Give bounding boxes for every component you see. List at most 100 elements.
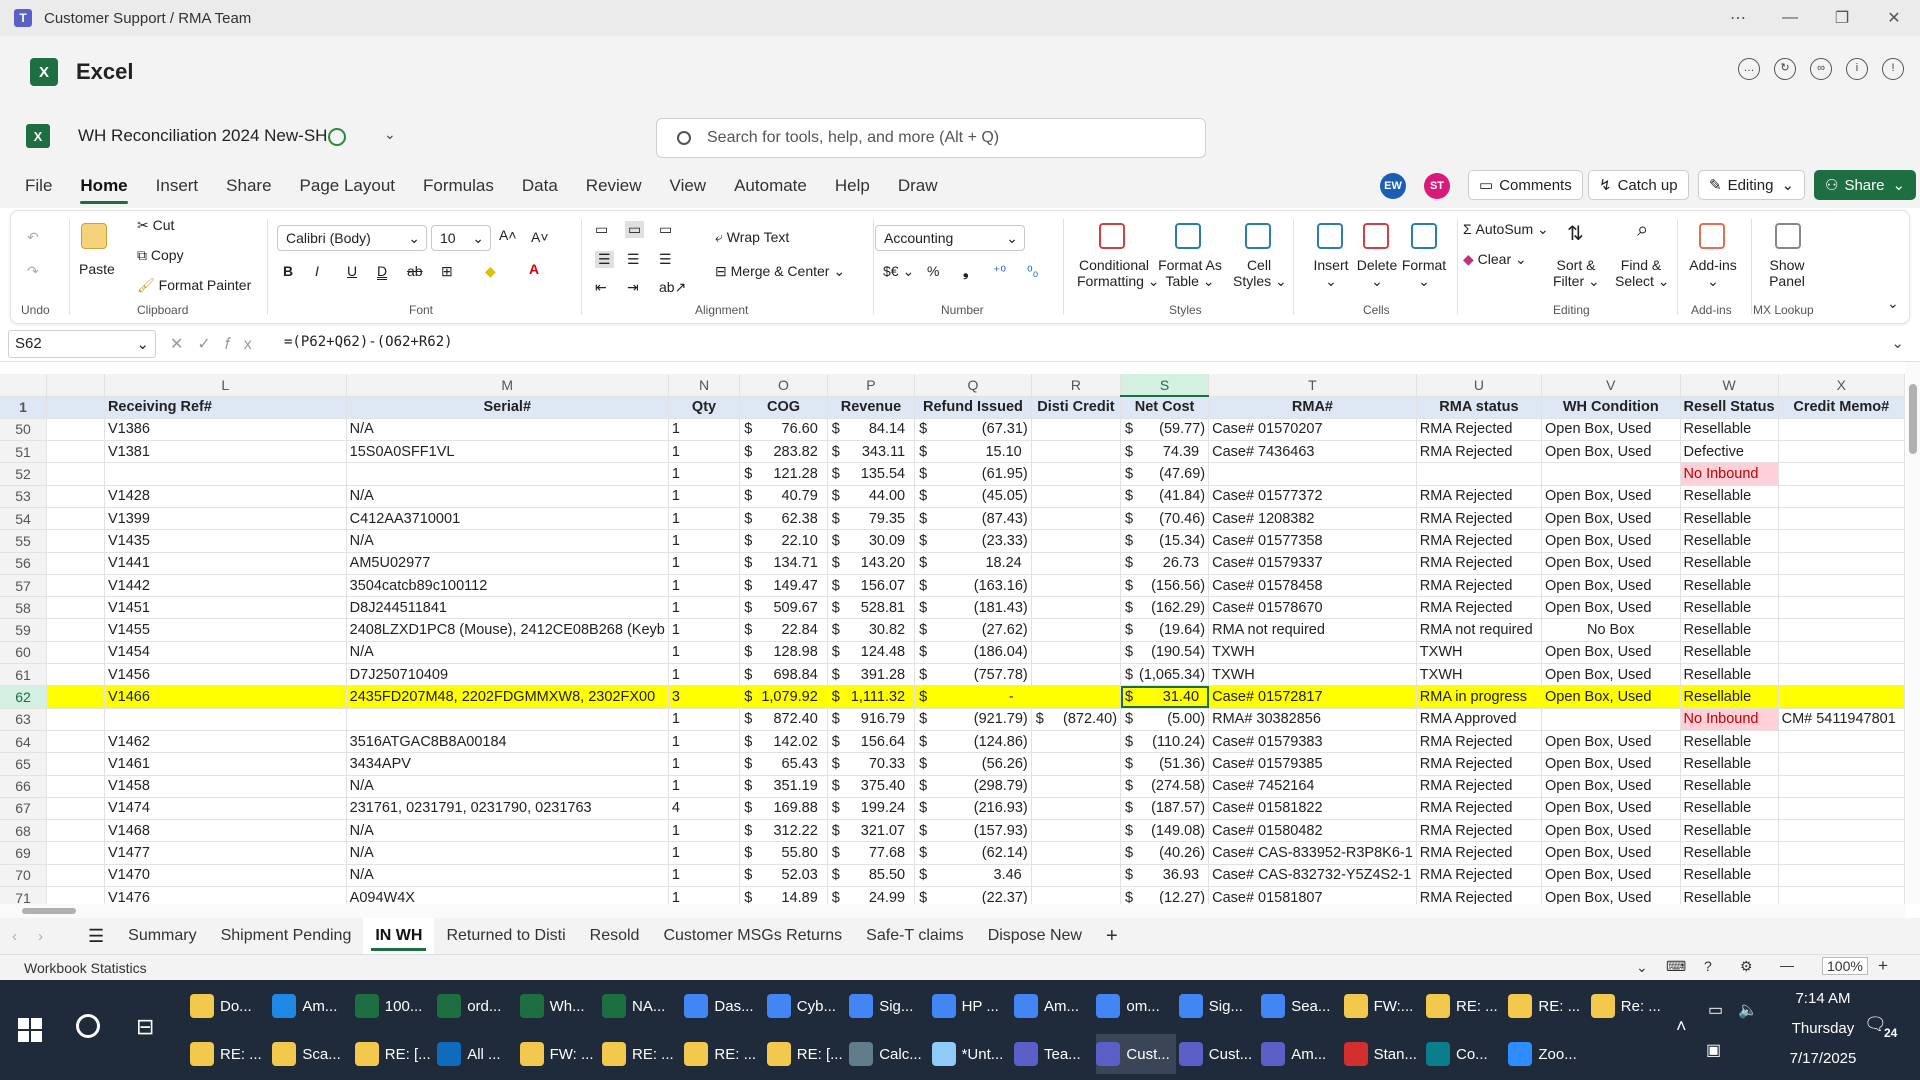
cell-refund[interactable]: $ (181.43) bbox=[914, 596, 1032, 620]
taskbar-app[interactable]: Sig... bbox=[1178, 986, 1259, 1026]
cell-rma-status[interactable]: RMA Rejected bbox=[1416, 797, 1543, 821]
cell-refund[interactable]: $3.46 bbox=[914, 864, 1032, 888]
cell-resell-status[interactable]: Resellable bbox=[1680, 529, 1779, 553]
cell-rma[interactable]: Case# 01581807 bbox=[1208, 886, 1417, 904]
cell-serial[interactable]: D8J244511841 bbox=[346, 596, 669, 620]
cell-disti-credit[interactable] bbox=[1031, 775, 1122, 798]
cell-cog[interactable]: $283.82 bbox=[739, 440, 828, 464]
cell-refund[interactable]: $ (757.78) bbox=[914, 663, 1032, 687]
cell-credit-memo[interactable] bbox=[1778, 841, 1905, 865]
cell-credit-memo[interactable]: CM# 5411947801 bbox=[1778, 708, 1905, 731]
cell-net-cost[interactable]: $ (41.84) bbox=[1120, 485, 1210, 508]
cell-revenue[interactable]: $84.14 bbox=[827, 418, 916, 442]
header-cell[interactable]: Resell Status bbox=[1680, 396, 1779, 419]
cell-credit-memo[interactable] bbox=[1778, 641, 1905, 665]
chevron-down-icon[interactable]: ⌄ bbox=[1636, 959, 1648, 976]
cell-refund[interactable]: $ (186.04) bbox=[914, 641, 1032, 665]
taskbar-app[interactable]: RE: ... bbox=[602, 1034, 682, 1074]
cell-refund[interactable]: $ (27.62) bbox=[914, 618, 1032, 642]
cell-wh-condition[interactable] bbox=[1541, 708, 1681, 731]
cell-cog[interactable]: $76.60 bbox=[739, 418, 828, 442]
taskbar-app[interactable]: Sea... bbox=[1261, 986, 1341, 1026]
taskbar-app[interactable]: Do... bbox=[190, 986, 270, 1026]
cell-qty[interactable]: 1 bbox=[668, 775, 741, 798]
cell[interactable] bbox=[46, 552, 105, 575]
paste-button[interactable]: Paste bbox=[79, 261, 115, 277]
cell-receiving-ref[interactable]: V1441 bbox=[104, 552, 347, 575]
feedback-icon[interactable]: ⚙ bbox=[1740, 958, 1753, 975]
font-color-icon[interactable]: A bbox=[529, 261, 539, 277]
cell-receiving-ref[interactable]: V1476 bbox=[104, 886, 347, 904]
cell-rma-status[interactable]: RMA Approved bbox=[1416, 708, 1543, 731]
cell[interactable] bbox=[46, 819, 105, 843]
cell-revenue[interactable]: $30.09 bbox=[827, 529, 916, 553]
search-box[interactable]: Search for tools, help, and more (Alt + … bbox=[656, 118, 1206, 158]
strikethrough-icon[interactable]: ab bbox=[407, 263, 423, 279]
orientation-icon[interactable]: ab↗ bbox=[659, 279, 686, 296]
cell-rma-status[interactable]: TXWH bbox=[1416, 641, 1543, 665]
taskbar-app[interactable]: Re: ... bbox=[1590, 986, 1671, 1026]
column-header[interactable]: O bbox=[739, 374, 828, 397]
maximize-button[interactable]: ❐ bbox=[1816, 0, 1868, 36]
spreadsheet-grid[interactable]: L M N O P Q R S T U V W X 1 Receiving Re… bbox=[0, 374, 1905, 904]
cell-disti-credit[interactable] bbox=[1031, 507, 1122, 531]
cell-receiving-ref[interactable]: V1466 bbox=[104, 685, 347, 709]
avatar[interactable]: ST bbox=[1424, 173, 1450, 199]
cell[interactable] bbox=[46, 841, 105, 865]
cell-cog[interactable]: $40.79 bbox=[739, 485, 828, 508]
cell-disti-credit[interactable] bbox=[1031, 485, 1122, 508]
cell-qty[interactable]: 1 bbox=[668, 462, 741, 486]
cell-rma[interactable]: Case# 01578458 bbox=[1208, 574, 1417, 598]
zoom-in-icon[interactable]: + bbox=[1878, 956, 1888, 976]
cell[interactable] bbox=[46, 396, 105, 419]
cell-rma[interactable]: RMA not required bbox=[1208, 618, 1417, 642]
taskbar-app[interactable]: ord... bbox=[437, 986, 517, 1026]
add-ins-button[interactable]: Add-ins ⌄ bbox=[1687, 257, 1739, 290]
cell-rma[interactable]: Case# 7436463 bbox=[1208, 440, 1417, 464]
cell-refund[interactable]: $ (298.79) bbox=[914, 775, 1032, 798]
info-icon[interactable]: i bbox=[1846, 58, 1868, 80]
link-icon[interactable]: ∞ bbox=[1810, 58, 1832, 80]
row-header[interactable]: 61 bbox=[0, 663, 48, 687]
cell-rma[interactable]: Case# 01578670 bbox=[1208, 596, 1417, 620]
cell-cog[interactable]: $55.80 bbox=[739, 841, 828, 865]
cell-serial[interactable]: 2435FD207M48, 2202FDGMMXW8, 2302FX00 bbox=[346, 685, 669, 709]
taskbar-app[interactable]: Cust... bbox=[1178, 1034, 1259, 1074]
taskbar-app[interactable]: RE: ... bbox=[190, 1034, 270, 1074]
cell[interactable] bbox=[46, 641, 105, 665]
next-sheet-icon[interactable]: › bbox=[38, 928, 64, 945]
cell-cog[interactable]: $312.22 bbox=[739, 819, 828, 843]
row-header[interactable]: 66 bbox=[0, 775, 48, 798]
row-header[interactable]: 60 bbox=[0, 641, 48, 665]
conditional-formatting-button[interactable]: Conditional Formatting ⌄ bbox=[1077, 257, 1160, 290]
cell-resell-status[interactable]: Resellable bbox=[1680, 864, 1779, 888]
formula-input[interactable]: =(P62+Q62)-(O62+R62) bbox=[284, 334, 453, 350]
windows-start-icon[interactable] bbox=[18, 1018, 42, 1042]
cell-revenue[interactable]: $156.07 bbox=[827, 574, 916, 598]
cell-wh-condition[interactable]: Open Box, Used bbox=[1541, 574, 1681, 598]
tab-share[interactable]: Share bbox=[226, 166, 271, 206]
cell-cog[interactable]: $128.98 bbox=[739, 641, 828, 665]
format-cells-button[interactable]: Format ⌄ bbox=[1399, 257, 1449, 290]
cell-rma-status[interactable]: RMA Rejected bbox=[1416, 596, 1543, 620]
zoom-out-icon[interactable]: — bbox=[1780, 957, 1794, 973]
tab-draw[interactable]: Draw bbox=[898, 166, 938, 206]
cell-revenue[interactable]: $528.81 bbox=[827, 596, 916, 620]
cell-disti-credit[interactable] bbox=[1031, 663, 1122, 687]
sort-filter-icon[interactable]: ⇅ bbox=[1567, 221, 1584, 246]
document-name[interactable]: WH Reconciliation 2024 New-SH bbox=[78, 126, 327, 146]
column-header[interactable]: T bbox=[1208, 374, 1417, 397]
cell-rma[interactable]: Case# 01572817 bbox=[1208, 685, 1417, 709]
header-cell[interactable]: COG bbox=[739, 396, 828, 419]
cell-refund[interactable]: $ (87.43) bbox=[914, 507, 1032, 531]
help-icon[interactable]: ? bbox=[1704, 958, 1712, 974]
cell-rma[interactable]: Case# CAS-833952-R3P8K6-1 bbox=[1208, 841, 1417, 865]
show-panel-button[interactable]: Show Panel bbox=[1763, 257, 1811, 289]
cell-wh-condition[interactable]: Open Box, Used bbox=[1541, 685, 1681, 709]
cell-net-cost[interactable]: $ (274.58) bbox=[1120, 775, 1210, 798]
cell-wh-condition[interactable]: Open Box, Used bbox=[1541, 552, 1681, 575]
cell-credit-memo[interactable] bbox=[1778, 618, 1905, 642]
cell-receiving-ref[interactable]: V1461 bbox=[104, 752, 347, 776]
row-header[interactable]: 57 bbox=[0, 574, 48, 598]
cell-styles-icon[interactable] bbox=[1245, 223, 1271, 249]
